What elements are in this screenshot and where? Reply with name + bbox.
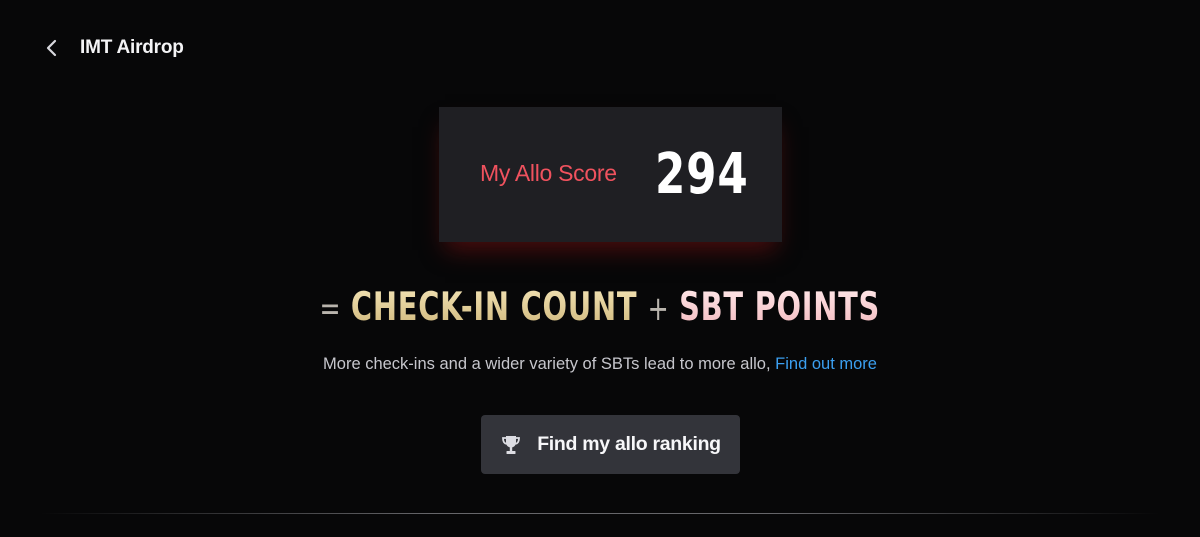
- description-text: More check-ins and a wider variety of SB…: [323, 355, 776, 373]
- airdrop-page: IMT Airdrop My Allo Score 294 = CHECK-IN …: [0, 0, 1200, 537]
- sbt-points-term: SBT POINTS: [679, 285, 881, 330]
- page-title: IMT Airdrop: [80, 37, 184, 58]
- equals-sign: =: [319, 289, 341, 329]
- find-out-more-link[interactable]: Find out more: [775, 355, 877, 373]
- trophy-icon: [500, 434, 522, 456]
- check-in-count-term: CHECK-IN COUNT: [351, 285, 638, 330]
- allo-score-value: 294: [655, 142, 749, 207]
- allo-score-label: My Allo Score: [480, 160, 617, 186]
- allo-score-card: My Allo Score 294: [439, 107, 782, 242]
- page-header: IMT Airdrop: [45, 33, 184, 63]
- plus-sign: +: [647, 289, 669, 329]
- find-ranking-label: Find my allo ranking: [537, 433, 721, 455]
- find-ranking-button[interactable]: Find my allo ranking: [481, 415, 740, 474]
- score-description: More check-ins and a wider variety of SB…: [0, 353, 1200, 375]
- chevron-left-icon: [46, 39, 57, 57]
- bottom-divider: [40, 513, 1160, 514]
- back-button[interactable]: [45, 33, 67, 63]
- score-formula: = CHECK-IN COUNT + SBT POINTS: [0, 284, 1200, 332]
